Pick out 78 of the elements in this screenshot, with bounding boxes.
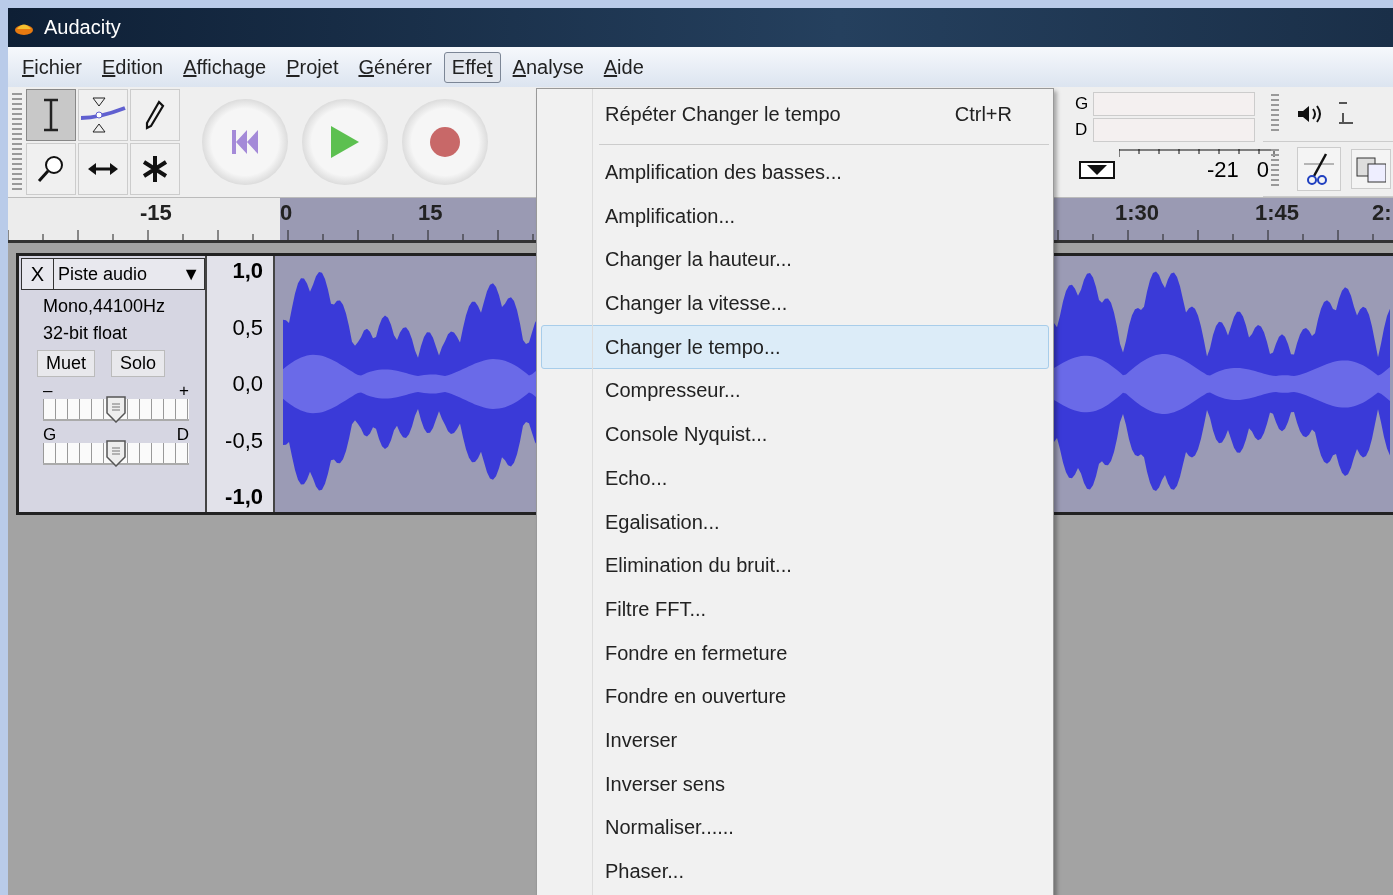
silence-button[interactable] bbox=[1351, 149, 1391, 189]
menu-item[interactable]: Inverser bbox=[541, 718, 1049, 763]
menu-item[interactable]: Changer la vitesse... bbox=[541, 281, 1049, 326]
menu-item[interactable]: Projet bbox=[278, 51, 347, 83]
menu-item[interactable]: Filtre FFT... bbox=[541, 587, 1049, 632]
scale-label: -1,0 bbox=[225, 484, 263, 510]
tool-button[interactable] bbox=[26, 143, 76, 195]
menu-item[interactable]: Analyse bbox=[504, 51, 592, 83]
track-info: Mono,44100Hz bbox=[42, 296, 167, 317]
menu-item[interactable]: Effet bbox=[443, 51, 501, 83]
menu-item[interactable]: Amplification... bbox=[541, 194, 1049, 239]
track-name-menu[interactable]: Piste audio ▼ bbox=[54, 259, 204, 289]
menu-item[interactable]: Fondre en ouverture bbox=[541, 674, 1049, 719]
play-icon bbox=[330, 125, 360, 159]
pencil-icon bbox=[145, 100, 165, 130]
track-button[interactable]: Solo bbox=[111, 350, 166, 377]
track-button[interactable]: Muet bbox=[37, 350, 96, 377]
ruler-label: -15 bbox=[140, 200, 172, 226]
window-title: Audacity bbox=[44, 16, 121, 39]
tool-button[interactable] bbox=[78, 143, 128, 195]
scale-label: 0,5 bbox=[232, 314, 263, 341]
menu-item[interactable]: Edition bbox=[94, 51, 172, 83]
menu-item[interactable]: Inverser sens bbox=[541, 762, 1049, 806]
slider-thumb[interactable] bbox=[105, 395, 127, 423]
ruler-label: 1:30 bbox=[1115, 200, 1160, 226]
toolbar-grip[interactable] bbox=[1271, 149, 1279, 189]
menu-item[interactable]: Compresseur... bbox=[541, 369, 1049, 413]
slider-label: – bbox=[43, 381, 53, 399]
scale-label: -0,5 bbox=[225, 427, 263, 454]
record-icon bbox=[429, 126, 461, 158]
asterisk-icon bbox=[142, 155, 168, 183]
tool-button[interactable] bbox=[130, 143, 180, 195]
meter-scale-label: -21 bbox=[1206, 157, 1239, 183]
pan-slider[interactable] bbox=[43, 443, 189, 465]
tool-button[interactable] bbox=[26, 89, 76, 141]
track-info: 32-bit float bbox=[42, 323, 129, 344]
skip-start-icon bbox=[231, 129, 259, 155]
menu-item[interactable]: Fondre en fermeture bbox=[541, 631, 1049, 675]
close-track-button[interactable]: X bbox=[22, 259, 54, 289]
speaker-icon bbox=[1297, 104, 1323, 124]
wave-doc-icon bbox=[1356, 154, 1386, 184]
menu-item[interactable]: Affichage bbox=[175, 51, 275, 83]
ruler-label: 15 bbox=[418, 200, 443, 226]
menu-item[interactable]: Echo... bbox=[541, 456, 1049, 501]
channel-label: D bbox=[1075, 120, 1089, 140]
dropdown-arrow-icon bbox=[1087, 165, 1107, 175]
menu-item[interactable]: Amplification des basses... bbox=[541, 150, 1049, 195]
dropdown-button[interactable] bbox=[1079, 161, 1115, 179]
slider-label: D bbox=[176, 425, 189, 443]
menu-item[interactable]: Phaser... bbox=[541, 849, 1049, 894]
ruler-label: 0 bbox=[280, 200, 293, 226]
envelope-icon bbox=[79, 96, 127, 134]
ruler-label: 2: bbox=[1372, 200, 1392, 226]
scissors-icon bbox=[1302, 152, 1336, 186]
menu-item[interactable]: Egalisation... bbox=[541, 500, 1049, 544]
gain-slider[interactable] bbox=[43, 399, 189, 421]
meter-scale-label: 0 bbox=[1256, 157, 1269, 183]
menu-item[interactable]: Changer le tempo... bbox=[541, 325, 1049, 370]
menu-item[interactable]: Changer la hauteur... bbox=[541, 238, 1049, 282]
ruler-label: 1:45 bbox=[1255, 200, 1300, 226]
menu-item[interactable]: Console Nyquist... bbox=[541, 412, 1049, 457]
slider-label: + bbox=[179, 381, 189, 399]
ibeam-icon bbox=[41, 98, 61, 132]
menu-item[interactable]: Répéter Changer le tempo Ctrl+R bbox=[541, 93, 1049, 137]
menu-item[interactable]: Aide bbox=[595, 51, 652, 83]
scale-label: 0,0 bbox=[232, 371, 263, 397]
tool-button[interactable] bbox=[130, 89, 180, 141]
double-arrow-icon bbox=[87, 162, 119, 176]
menu-item[interactable]: Normaliser...... bbox=[541, 806, 1049, 850]
scale-label: 1,0 bbox=[232, 258, 263, 284]
menu-item[interactable]: Fichier bbox=[14, 51, 90, 83]
channel-label: G bbox=[1075, 94, 1089, 114]
menu-item[interactable]: Générer bbox=[350, 51, 440, 83]
menu-item[interactable]: Elimination du bruit... bbox=[541, 543, 1049, 588]
magnifier-icon bbox=[36, 154, 66, 184]
slider-label: G bbox=[43, 425, 57, 443]
trim-button[interactable] bbox=[1297, 147, 1341, 191]
slider-thumb[interactable] bbox=[105, 439, 127, 467]
